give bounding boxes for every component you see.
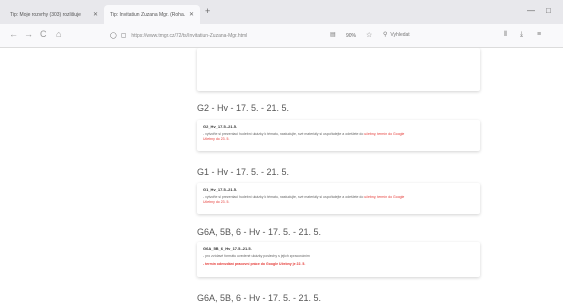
section-title: G2 - Hv - 17. 5. - 21. 5. <box>197 103 290 113</box>
menu-icon[interactable]: ≡ <box>537 31 541 38</box>
post-deadline: učebny, termín do Google <box>364 195 405 199</box>
shield-icon[interactable]: ◯ <box>110 32 117 39</box>
search-box[interactable]: ⚲ Vyhledat <box>383 31 410 38</box>
post-text: - vytvořte si prezentaci hudební ukázky … <box>203 132 364 136</box>
post-deadline-line: Učebny do 23. 5. <box>203 200 230 204</box>
page-content: G2 - Hv - 17. 5. - 21. 5. G2_Hv_17.5.-21… <box>0 48 563 307</box>
new-tab-button[interactable]: + <box>205 6 210 16</box>
post-deadline-line: Učebny do 23. 5. <box>203 137 230 141</box>
reload-button[interactable]: C <box>40 29 47 39</box>
search-placeholder: Vyhledat <box>390 32 410 38</box>
reader-view-icon[interactable]: ▤ <box>330 31 336 38</box>
download-icon[interactable]: ⤓ <box>520 31 523 39</box>
bookmark-star-icon[interactable]: ☆ <box>366 31 372 39</box>
close-tab-icon[interactable]: ✕ <box>189 11 194 18</box>
post-text: - pro zvídavé formátu uvedené ukázky pos… <box>203 254 310 258</box>
post-subject: G1_Hv_17.5.-21.5. <box>203 187 238 192</box>
post-text: - vytvořte si prezentaci hudební ukázky … <box>203 195 364 199</box>
nav-toolbar: ← → C ⌂ ◯ ▢ https://www.tmgr.cz/72/ts/In… <box>0 24 563 48</box>
minimize-button[interactable]: — <box>527 6 535 15</box>
post-deadline: - termín odevzdání pracovní práce do Goo… <box>203 262 306 266</box>
section-title: G6A, 5B, 6 - Hv - 17. 5. - 21. 5. <box>197 227 322 237</box>
address-bar[interactable]: ◯ ▢ https://www.tmgr.cz/72/ts/Invitatiun… <box>110 29 320 42</box>
post-deadline: učebny, termín do Google <box>364 132 405 136</box>
back-button[interactable]: ← <box>9 29 18 39</box>
tab-label: Tip: Moje rozvrhy (303) rozlišuje <box>10 11 81 18</box>
post-subject: G6A_5B_6_Hv_17.5.-21.5. <box>203 246 252 251</box>
browser-tab-1[interactable]: Tip: Moje rozvrhy (303) rozlišuje ✕ <box>4 5 104 24</box>
post-subject: G2_Hv_17.5.-21.5. <box>203 124 238 129</box>
post-card: G1_Hv_17.5.-21.5. - vytvořte si prezenta… <box>197 183 480 214</box>
previous-post-card <box>197 48 480 91</box>
forward-button[interactable]: → <box>24 29 33 39</box>
post-card: G6A_5B_6_Hv_17.5.-21.5. - pro zvídavé fo… <box>197 242 480 277</box>
home-button[interactable]: ⌂ <box>56 29 61 39</box>
url-text: https://www.tmgr.cz/72/ts/Invitatiun-Zuz… <box>131 32 248 39</box>
zoom-level[interactable]: 90% <box>346 33 356 39</box>
lock-icon[interactable]: ▢ <box>121 32 127 39</box>
section-title: G6A, 5B, 6 - Hv - 17. 5. - 21. 5. <box>197 293 322 303</box>
maximize-button[interactable]: □ <box>546 6 551 15</box>
tab-bar: Tip: Moje rozvrhy (303) rozlišuje ✕ Tip:… <box>0 0 563 24</box>
section-title: G1 - Hv - 17. 5. - 21. 5. <box>197 167 290 177</box>
close-tab-icon[interactable]: ✕ <box>93 11 98 18</box>
post-card: G2_Hv_17.5.-21.5. - vytvořte si prezenta… <box>197 120 480 151</box>
tab-label: Tip: Invitatiun Zuzana Mgr. (Roha... <box>110 11 185 18</box>
browser-tab-2-active[interactable]: Tip: Invitatiun Zuzana Mgr. (Roha... ✕ <box>104 5 200 24</box>
library-icon[interactable]: ⫴ <box>504 31 507 39</box>
